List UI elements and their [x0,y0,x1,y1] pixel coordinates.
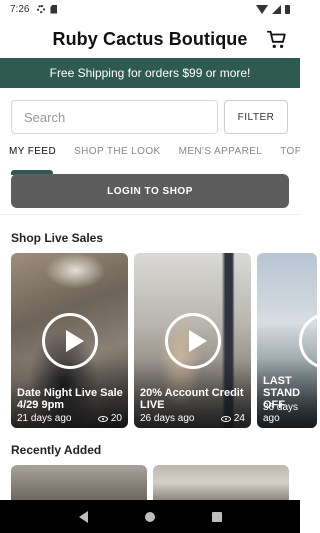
card-meta: 36 days ago [263,402,311,424]
play-icon[interactable] [164,313,221,369]
card-age: 36 days ago [263,402,299,424]
view-count: 20 [110,413,122,424]
status-time: 7:26 [10,3,30,15]
search-input[interactable] [11,100,218,134]
tab-shop-the-look[interactable]: SHOP THE LOOK [65,146,170,168]
recent-product-card[interactable] [11,465,147,500]
card-title: Date Night Live Sale 4/29 9pm [17,387,123,411]
view-count: 24 [233,413,245,424]
live-sale-card[interactable]: Date Night Live Sale 4/29 9pm 21 days ag… [11,253,128,428]
tab-mens-apparel[interactable]: MEN'S APPAREL [170,146,272,168]
shipping-banner: Free Shipping for orders $99 or more! [0,58,300,88]
signal-icon [272,4,281,14]
live-sale-card[interactable]: 20% Account Credit LIVE 26 days ago 24 [134,253,251,428]
battery-icon [285,4,290,14]
card-meta: 21 days ago 20 [17,413,122,424]
card-title: 20% Account Credit LIVE [140,387,244,411]
store-title: Ruby Cactus Boutique [52,28,248,49]
tab-my-feed[interactable]: MY FEED [0,146,65,168]
card-views: 20 [97,413,122,424]
recently-added-heading: Recently Added [11,443,102,457]
login-to-shop-button[interactable]: LOGIN TO SHOP [11,174,289,208]
filter-button[interactable]: FILTER [224,100,288,134]
sd-card-icon [50,4,58,14]
live-sale-card[interactable]: LAST STAND OFF 36 days ago [257,253,317,428]
recent-product-card[interactable] [153,465,289,500]
section-divider [0,214,300,215]
tab-top-sellers[interactable]: TOP SE [271,146,300,168]
settings-icon [37,5,46,13]
status-bar: 7:26 [0,0,300,18]
app-header: Ruby Cactus Boutique [0,20,300,58]
back-icon[interactable] [78,510,88,523]
card-meta: 26 days ago 24 [140,413,245,424]
eye-icon [220,415,231,422]
cart-icon[interactable] [266,29,288,51]
live-sales-heading: Shop Live Sales [11,231,104,245]
card-age: 26 days ago [140,413,195,424]
eye-icon [97,415,108,422]
system-nav-bar [0,500,300,533]
recents-icon[interactable] [211,511,222,522]
category-tabs: MY FEED SHOP THE LOOK MEN'S APPAREL TOP … [0,146,300,168]
wifi-icon [256,4,268,14]
play-icon[interactable] [41,313,98,369]
card-views: 24 [220,413,245,424]
home-icon[interactable] [144,511,155,522]
card-age: 21 days ago [17,413,72,424]
